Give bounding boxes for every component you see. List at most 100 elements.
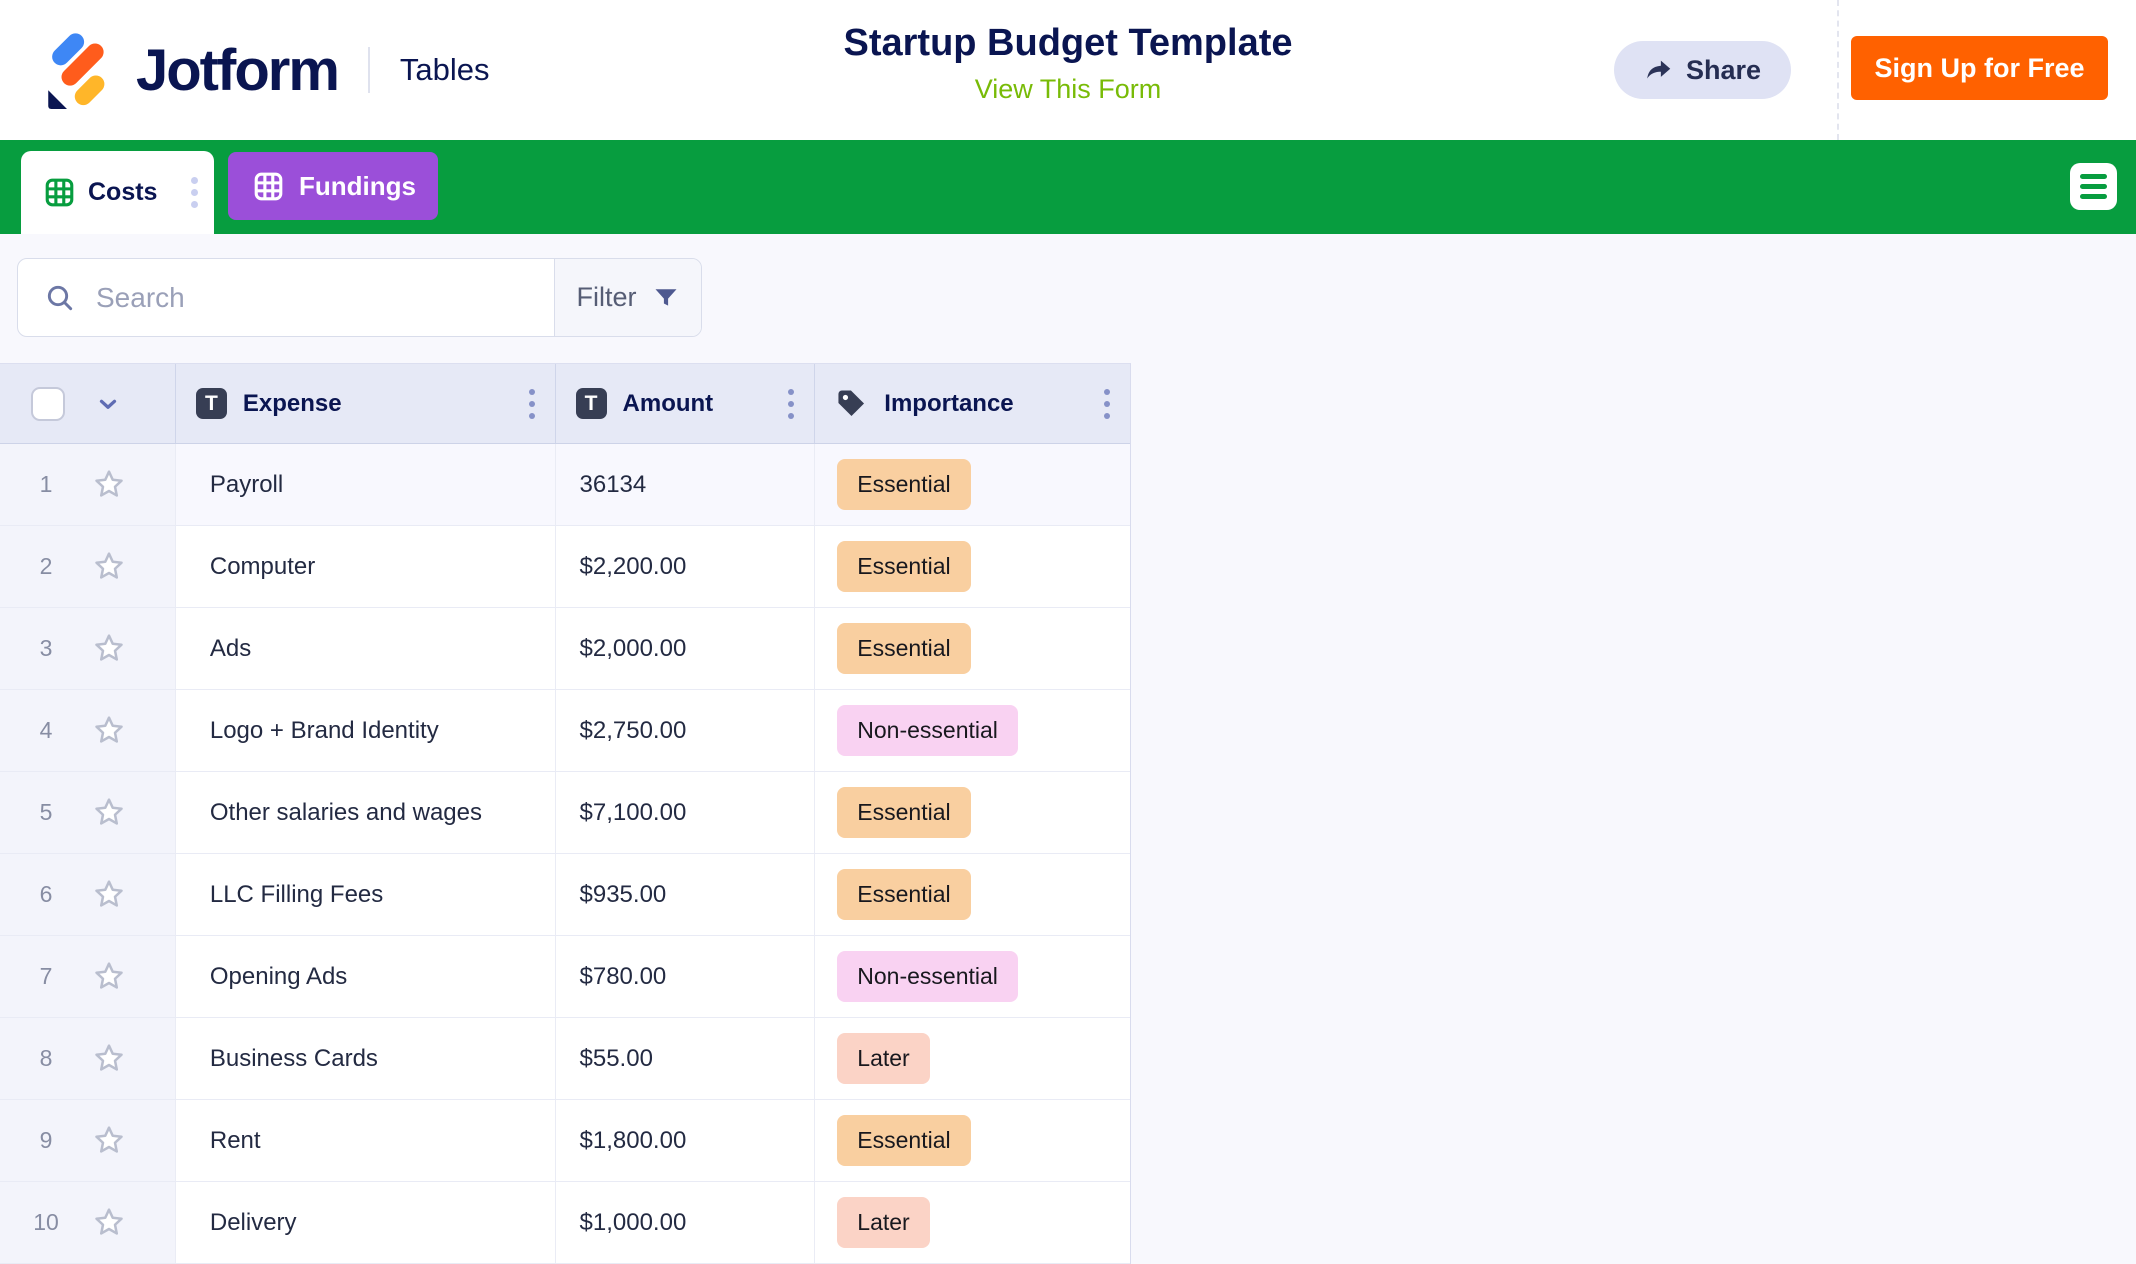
row-number: 8 [28, 1045, 64, 1072]
expense-cell[interactable]: Ads [176, 608, 556, 689]
column-kebab-icon[interactable] [788, 389, 794, 419]
expense-cell[interactable]: Delivery [176, 1182, 556, 1263]
row-select-cell: 9 [0, 1100, 176, 1181]
row-select-cell: 5 [0, 772, 176, 853]
expense-cell[interactable]: Other salaries and wages [176, 772, 556, 853]
search-field [18, 259, 554, 336]
star-icon[interactable] [90, 876, 128, 914]
importance-badge: Essential [837, 1115, 970, 1166]
tab-kebab-icon[interactable] [191, 177, 198, 208]
page-title: Startup Budget Template [618, 22, 1518, 65]
table-row[interactable]: 9 Rent $1,800.00 Essential [0, 1100, 1130, 1182]
amount-cell[interactable]: $2,750.00 [556, 690, 816, 771]
table-row[interactable]: 8 Business Cards $55.00 Later [0, 1018, 1130, 1100]
amount-cell[interactable]: $1,000.00 [556, 1182, 816, 1263]
expense-cell[interactable]: Logo + Brand Identity [176, 690, 556, 771]
share-button[interactable]: Share [1614, 41, 1791, 99]
sheet-menu-button[interactable] [2070, 163, 2117, 210]
expense-cell[interactable]: Business Cards [176, 1018, 556, 1099]
table-row[interactable]: 3 Ads $2,000.00 Essential [0, 608, 1130, 690]
importance-cell[interactable]: Essential [815, 1100, 1130, 1181]
importance-cell[interactable]: Later [815, 1018, 1130, 1099]
amount-cell[interactable]: $780.00 [556, 936, 816, 1017]
table-row[interactable]: 5 Other salaries and wages $7,100.00 Ess… [0, 772, 1130, 854]
expense-cell[interactable]: Payroll [176, 444, 556, 525]
importance-cell[interactable]: Essential [815, 444, 1130, 525]
star-icon[interactable] [90, 548, 128, 586]
row-number: 4 [28, 717, 64, 744]
importance-badge: Non-essential [837, 951, 1018, 1002]
column-kebab-icon[interactable] [529, 389, 535, 419]
row-number: 3 [28, 635, 64, 662]
table-grid-icon [253, 171, 284, 202]
star-icon[interactable] [90, 1204, 128, 1242]
title-block: Startup Budget Template View This Form [618, 22, 1518, 105]
star-icon[interactable] [90, 794, 128, 832]
text-field-icon: T [196, 388, 227, 419]
amount-cell[interactable]: $2,200.00 [556, 526, 816, 607]
importance-cell[interactable]: Essential [815, 526, 1130, 607]
importance-cell[interactable]: Non-essential [815, 690, 1130, 771]
table-row[interactable]: 4 Logo + Brand Identity $2,750.00 Non-es… [0, 690, 1130, 772]
table-header-row: T Expense T Amount Importance [0, 364, 1130, 444]
importance-cell[interactable]: Later [815, 1182, 1130, 1263]
amount-cell[interactable]: $1,800.00 [556, 1100, 816, 1181]
importance-cell[interactable]: Essential [815, 772, 1130, 853]
tab-costs[interactable]: Costs [21, 151, 214, 234]
importance-cell[interactable]: Essential [815, 854, 1130, 935]
row-select-cell: 4 [0, 690, 176, 771]
row-number: 10 [28, 1209, 64, 1236]
row-number: 5 [28, 799, 64, 826]
expense-cell[interactable]: Computer [176, 526, 556, 607]
brand: Jotform Tables [42, 0, 490, 140]
share-icon [1644, 55, 1674, 85]
chevron-down-icon[interactable] [95, 391, 121, 417]
table-row[interactable]: 6 LLC Filling Fees $935.00 Essential [0, 854, 1130, 936]
amount-cell[interactable]: 36134 [556, 444, 816, 525]
expense-cell[interactable]: Opening Ads [176, 936, 556, 1017]
star-icon[interactable] [90, 466, 128, 504]
signup-button[interactable]: Sign Up for Free [1851, 36, 2108, 100]
star-icon[interactable] [90, 1122, 128, 1160]
brand-divider [368, 47, 370, 93]
importance-cell[interactable]: Essential [815, 608, 1130, 689]
importance-badge: Later [837, 1197, 929, 1248]
row-number: 7 [28, 963, 64, 990]
amount-cell[interactable]: $2,000.00 [556, 608, 816, 689]
select-all-checkbox[interactable] [31, 387, 65, 421]
tab-fundings-label: Fundings [299, 171, 416, 202]
importance-cell[interactable]: Non-essential [815, 936, 1130, 1017]
search-icon [44, 282, 76, 314]
filter-label: Filter [577, 282, 637, 313]
column-kebab-icon[interactable] [1104, 389, 1110, 419]
star-icon[interactable] [90, 1040, 128, 1078]
column-header-expense[interactable]: T Expense [176, 364, 556, 443]
column-header-amount[interactable]: T Amount [556, 364, 816, 443]
search-input[interactable] [96, 282, 554, 314]
column-header-importance[interactable]: Importance [815, 364, 1130, 443]
filter-button[interactable]: Filter [554, 259, 701, 336]
table-row[interactable]: 1 Payroll 36134 Essential [0, 444, 1130, 526]
star-icon[interactable] [90, 958, 128, 996]
select-all-header [0, 364, 176, 443]
table-row[interactable]: 7 Opening Ads $780.00 Non-essential [0, 936, 1130, 1018]
brand-wordmark[interactable]: Jotform [136, 37, 338, 104]
table-row[interactable]: 10 Delivery $1,000.00 Later [0, 1182, 1130, 1264]
star-icon[interactable] [90, 712, 128, 750]
amount-cell[interactable]: $935.00 [556, 854, 816, 935]
importance-badge: Later [837, 1033, 929, 1084]
view-form-link[interactable]: View This Form [975, 74, 1162, 105]
table-row[interactable]: 2 Computer $2,200.00 Essential [0, 526, 1130, 608]
importance-badge: Essential [837, 787, 970, 838]
jotform-logo-icon[interactable] [42, 31, 120, 109]
share-label: Share [1686, 55, 1761, 86]
star-icon[interactable] [90, 630, 128, 668]
amount-cell[interactable]: $55.00 [556, 1018, 816, 1099]
row-select-cell: 8 [0, 1018, 176, 1099]
row-number: 6 [28, 881, 64, 908]
toolbar: Filter [17, 258, 702, 337]
expense-cell[interactable]: Rent [176, 1100, 556, 1181]
expense-cell[interactable]: LLC Filling Fees [176, 854, 556, 935]
tab-fundings[interactable]: Fundings [228, 152, 438, 220]
amount-cell[interactable]: $7,100.00 [556, 772, 816, 853]
